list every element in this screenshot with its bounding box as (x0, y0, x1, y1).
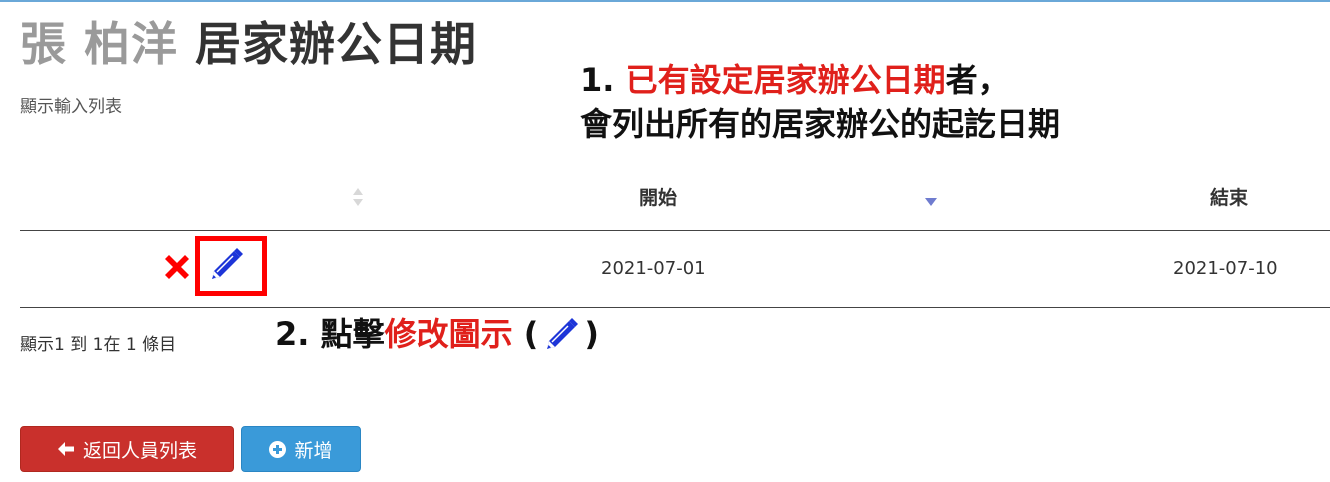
annotation-2-open-paren: ( (512, 315, 539, 353)
annotation-1-line2: 會列出所有的居家辦公的起訖日期 (580, 105, 1061, 143)
back-button-label: 返回人員列表 (82, 439, 197, 462)
pencil-icon (540, 315, 582, 355)
sort-both-icon[interactable] (353, 188, 363, 208)
top-border (0, 0, 1330, 2)
annotation-2-close-paren: ) (584, 315, 599, 353)
column-header-end[interactable]: 結束 (1210, 183, 1248, 210)
annotation-1-number: 1. (580, 61, 615, 99)
annotation-1: 1. 已有設定居家辦公日期者， 會列出所有的居家辦公的起訖日期 (580, 58, 1060, 146)
annotation-2: 2. 點擊修改圖示 ( ) (275, 310, 599, 358)
page-title-text: 居家辦公日期 (195, 17, 478, 71)
annotation-1-highlight: 已有設定居家辦公日期 (625, 61, 946, 99)
cell-end-date: 2021-07-10 (1173, 258, 1278, 279)
pencil-icon[interactable] (206, 245, 246, 285)
pagination-info: 顯示1 到 1在 1 條目 (20, 335, 177, 355)
table-bottom-divider (20, 307, 1330, 308)
page-subtitle: 顯示輸入列表 (20, 97, 122, 117)
back-to-list-button[interactable]: 返回人員列表 (20, 426, 234, 472)
annotation-1-suffix: 者， (945, 61, 1010, 99)
add-button-label: 新增 (294, 439, 333, 462)
cell-start-date: 2021-07-01 (601, 258, 706, 279)
sort-descending-icon[interactable] (925, 198, 937, 206)
delete-icon[interactable] (160, 250, 194, 284)
page-title: 張 柏洋 居家辦公日期 (20, 8, 477, 74)
add-button[interactable]: 新增 (241, 426, 361, 472)
annotation-1-line1: 1. 已有設定居家辦公日期者， (580, 58, 1060, 102)
annotation-2-number: 2. 點擊 (275, 315, 385, 353)
plus-circle-icon (269, 440, 287, 458)
employee-name: 張 柏洋 (20, 17, 179, 71)
arrow-left-icon (57, 442, 74, 456)
table-header-divider (20, 230, 1330, 231)
annotation-2-highlight: 修改圖示 (384, 315, 513, 353)
column-header-start[interactable]: 開始 (639, 183, 677, 210)
